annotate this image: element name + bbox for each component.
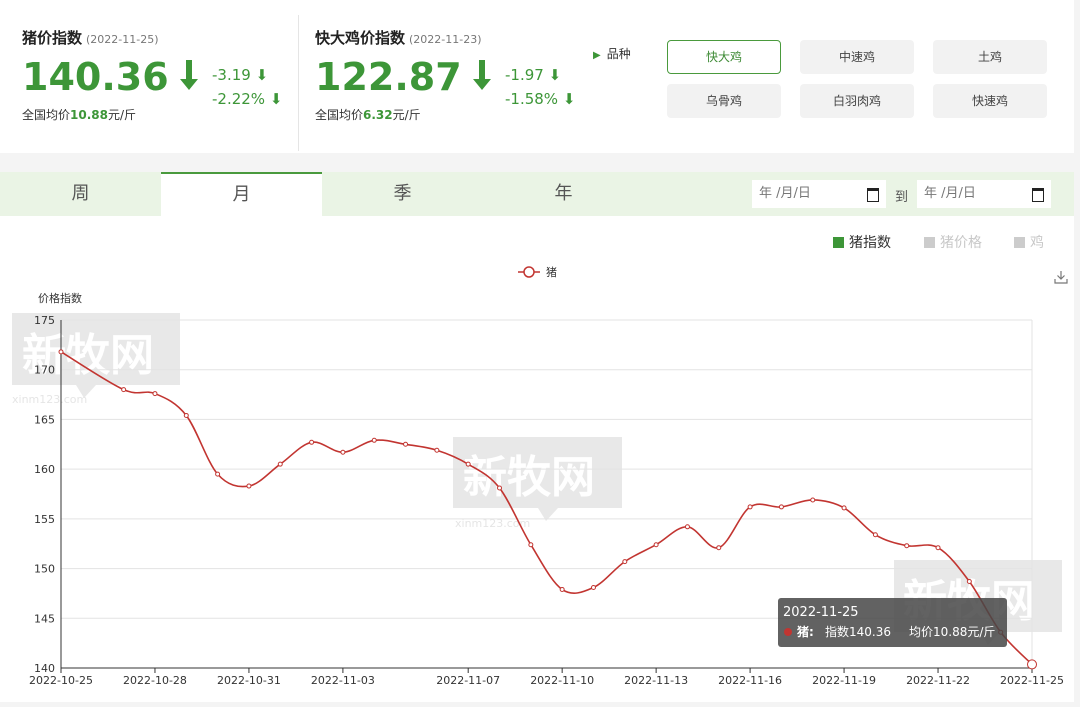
- data-point: [497, 485, 503, 491]
- y-tick-label: 170: [34, 364, 55, 377]
- y-tick-label: 150: [34, 563, 55, 576]
- y-tick-label: 175: [34, 314, 55, 327]
- x-tick-label: 2022-10-31: [217, 674, 281, 687]
- data-point: [121, 387, 127, 393]
- data-point: [622, 559, 628, 565]
- x-tick-label: 2022-11-19: [812, 674, 876, 687]
- data-point: [590, 584, 596, 590]
- data-point: [935, 545, 941, 551]
- data-point: [904, 543, 910, 549]
- data-point: [747, 504, 753, 510]
- data-point: [277, 461, 283, 467]
- y-axis-ticks: 140145150155160165170175: [34, 314, 55, 675]
- data-point: [559, 586, 565, 592]
- data-point: [403, 441, 409, 447]
- x-tick-label: 2022-11-22: [906, 674, 970, 687]
- data-point: [465, 461, 471, 467]
- y-tick-label: 145: [34, 612, 55, 625]
- tooltip-index: 指数140.36: [825, 624, 891, 639]
- data-point: [684, 524, 690, 530]
- data-point: [246, 483, 252, 489]
- watermark-domain-1: xinm123.com: [12, 393, 87, 406]
- y-tick-label: 160: [34, 463, 55, 476]
- data-point: [716, 545, 722, 551]
- y-tick-label: 155: [34, 513, 55, 526]
- tooltip-series-name: 猪:: [796, 624, 814, 639]
- tooltip-series-dot: [784, 628, 792, 636]
- pig-index-chart: 新牧网 xinm123.com 新牧网 xinm123.com 新牧网 1401…: [12, 266, 1064, 687]
- tooltip-date: 2022-11-25: [783, 605, 859, 620]
- data-point: [58, 349, 64, 355]
- data-point: [528, 542, 534, 548]
- data-point: [1027, 659, 1037, 670]
- data-point: [810, 497, 816, 503]
- tooltip: 2022-11-25 猪: 指数140.36 均价10.88元/斤: [778, 598, 1007, 647]
- data-point: [841, 505, 847, 511]
- data-point: [215, 471, 221, 477]
- data-point: [653, 542, 659, 548]
- data-point: [434, 447, 440, 453]
- chart-legend[interactable]: 猪: [518, 266, 557, 279]
- data-point: [340, 449, 346, 455]
- x-tick-label: 2022-10-28: [123, 674, 187, 687]
- data-point: [371, 437, 377, 443]
- x-tick-label: 2022-10-25: [29, 674, 93, 687]
- x-tick-label: 2022-11-07: [436, 674, 500, 687]
- y-axis-label: 价格指数: [38, 291, 82, 305]
- x-tick-label: 2022-11-25: [1000, 674, 1064, 687]
- x-axis-ticks: 2022-10-25 2022-10-28 2022-10-31 2022-11-03…: [29, 668, 1064, 687]
- legend-label: 猪: [546, 266, 557, 279]
- data-point: [183, 412, 189, 418]
- tooltip-avg-price: 均价10.88元/斤: [909, 625, 995, 639]
- legend-marker: [523, 266, 535, 278]
- y-tick-label: 165: [34, 413, 55, 426]
- watermark-logo-2: 新牧网: [463, 452, 595, 503]
- data-point: [778, 504, 784, 510]
- data-point: [872, 532, 878, 538]
- x-tick-label: 2022-11-10: [530, 674, 594, 687]
- x-tick-label: 2022-11-13: [624, 674, 688, 687]
- watermark: 新牧网 xinm123.com: [453, 437, 622, 530]
- x-tick-label: 2022-11-03: [311, 674, 375, 687]
- data-point: [966, 578, 972, 584]
- x-tick-label: 2022-11-16: [718, 674, 782, 687]
- data-point: [309, 439, 315, 445]
- data-point: [152, 391, 158, 397]
